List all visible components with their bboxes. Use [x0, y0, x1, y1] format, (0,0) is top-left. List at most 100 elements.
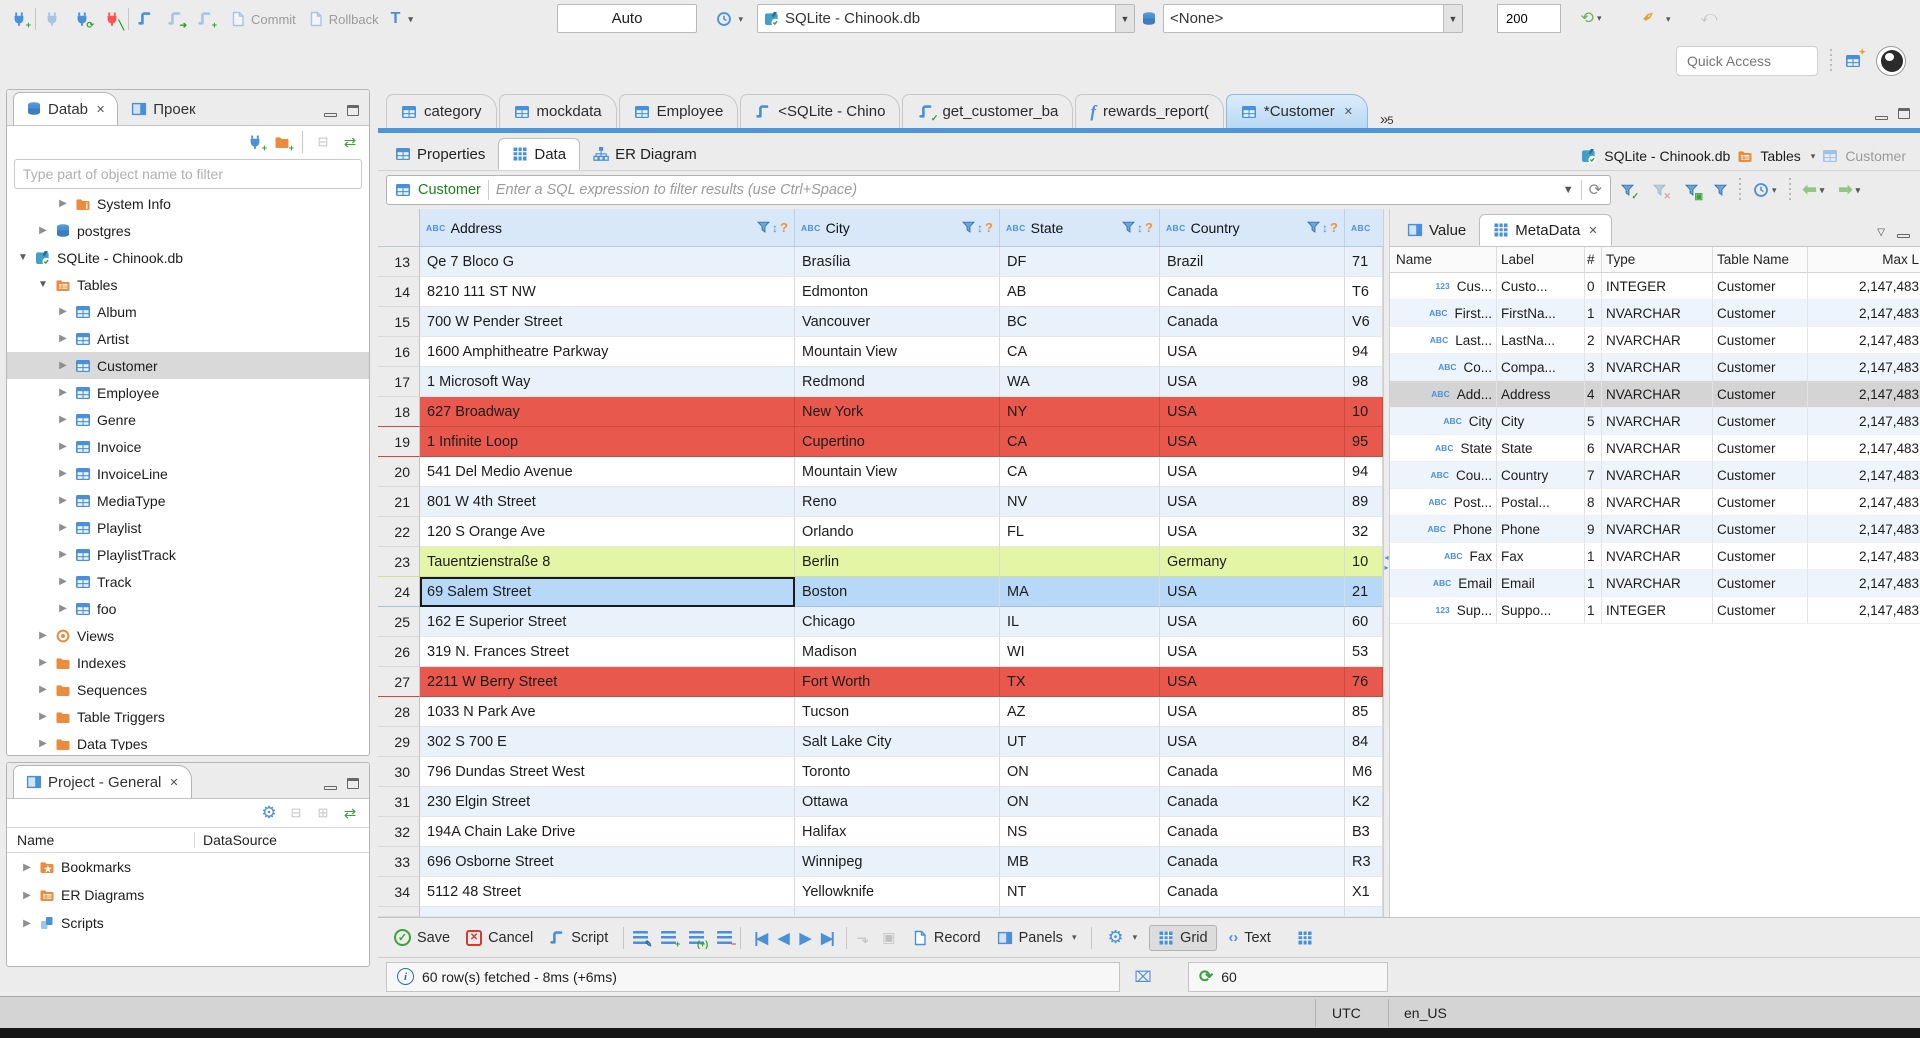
meta-cell-type[interactable]: NVARCHAR	[1602, 570, 1713, 597]
cell-state[interactable]: BC	[1000, 307, 1160, 337]
editor-tab-rewards-report[interactable]: f rewards_report(	[1075, 94, 1224, 128]
meta-cell-name[interactable]: ABC Add...	[1390, 381, 1497, 408]
cell-state[interactable]: CA	[1000, 337, 1160, 367]
cell-country[interactable]: Canada	[1160, 877, 1345, 907]
table-row[interactable]: 18 627 Broadway New York NY USA 10	[378, 397, 1383, 427]
refresh-connection-icon[interactable]: ⟲ ▾	[1581, 9, 1602, 27]
expand-arrow-icon[interactable]: ▶	[57, 387, 69, 398]
filter-save-icon[interactable]: ▣	[1682, 181, 1703, 201]
cell-postal-partial[interactable]: 10	[1345, 397, 1383, 427]
new-connection-icon[interactable]: +	[10, 10, 31, 30]
meta-cell-table[interactable]: Customer	[1713, 570, 1808, 597]
cell-state[interactable]: NV	[1000, 487, 1160, 517]
meta-cell-max[interactable]: 2,147,483	[1808, 408, 1920, 435]
editor-tab-category[interactable]: category	[386, 94, 497, 128]
cancel-button[interactable]: ✕ Cancel	[466, 929, 533, 946]
new-folder-icon[interactable]: +	[273, 133, 294, 153]
metadata-row[interactable]: ABC Last... LastNa... 2 NVARCHAR Customer 2,14…	[1390, 327, 1920, 354]
cell-city[interactable]: New York	[795, 397, 1000, 427]
cell-state[interactable]: ON	[1000, 787, 1160, 817]
collapse-all-icon[interactable]: ⊟	[314, 133, 332, 151]
meta-cell-label[interactable]: City	[1497, 408, 1585, 435]
tab-database-navigator[interactable]: Datab ✕	[13, 92, 119, 125]
cell-state[interactable]: CA	[1000, 427, 1160, 457]
meta-cell-type[interactable]: NVARCHAR	[1602, 516, 1713, 543]
tree-item-playlist[interactable]: ▶ Playlist	[7, 514, 369, 541]
meta-cell-label[interactable]: Suppo...	[1497, 597, 1585, 624]
column-header-city[interactable]: ABC City ↕?	[795, 209, 1000, 246]
connect-icon[interactable]	[43, 10, 61, 28]
cell-address[interactable]: 1600 Amphitheatre Parkway	[420, 337, 795, 367]
meta-cell-label[interactable]: FirstNa...	[1497, 300, 1585, 327]
table-row[interactable]: 21 801 W 4th Street Reno NV USA 89	[378, 487, 1383, 517]
meta-cell-type[interactable]: NVARCHAR	[1602, 435, 1713, 462]
compare-pen-icon[interactable]: ✒	[1636, 4, 1661, 29]
meta-cell-ordinal[interactable]: 8	[1585, 489, 1602, 516]
meta-cell-type[interactable]: NVARCHAR	[1602, 462, 1713, 489]
new-sql-editor-icon[interactable]: +	[196, 10, 217, 30]
first-row-icon[interactable]: |◀	[754, 929, 768, 947]
cell-country[interactable]: Germany	[1160, 547, 1345, 577]
fetch-size-input[interactable]	[1497, 4, 1561, 33]
cell-address[interactable]: 1033 N Park Ave	[420, 697, 795, 727]
close-icon[interactable]: ✕	[169, 776, 178, 789]
meta-cell-max[interactable]: 2,147,483	[1808, 381, 1920, 408]
expand-arrow-icon[interactable]: ▶	[57, 495, 69, 506]
meta-col-name[interactable]: Name	[1390, 247, 1497, 272]
cell-country[interactable]: Canada	[1160, 277, 1345, 307]
prev-row-icon[interactable]: ◀	[778, 929, 789, 947]
metadata-row[interactable]: ABC State State 6 NVARCHAR Customer 2,147,483	[1390, 435, 1920, 462]
expand-arrow-icon[interactable]: ▶	[37, 738, 49, 749]
cell-country[interactable]: USA	[1160, 517, 1345, 547]
maximize-icon[interactable]	[1898, 108, 1910, 119]
row-number-cell[interactable]: 25	[378, 607, 420, 637]
meta-cell-label[interactable]: Postal...	[1497, 489, 1585, 516]
meta-cell-table[interactable]: Customer	[1713, 462, 1808, 489]
collapse-all-icon[interactable]: ⊟	[287, 804, 305, 822]
expand-arrow-icon[interactable]: ▶	[57, 306, 69, 317]
cell-state[interactable]: MB	[1000, 847, 1160, 877]
table-row[interactable]: 24 69 Salem Street Boston MA USA 21	[378, 577, 1383, 607]
tab-overflow-button[interactable]: »5	[1380, 111, 1393, 128]
view-menu-icon[interactable]: ▽	[1877, 227, 1885, 238]
meta-cell-type[interactable]: NVARCHAR	[1602, 543, 1713, 570]
cell-country[interactable]: USA	[1160, 457, 1345, 487]
new-connection-icon[interactable]: +	[246, 133, 267, 153]
goto-row-icon[interactable]: ⬎	[854, 929, 872, 947]
calc-panel-icon[interactable]	[1297, 930, 1313, 946]
expand-arrow-icon[interactable]: ▶	[57, 603, 69, 614]
refresh-icon[interactable]: ⟳	[1589, 180, 1602, 200]
tree-item-album[interactable]: ▶ Album	[7, 298, 369, 325]
tab-projects[interactable]: Проек	[118, 92, 208, 125]
cell-city[interactable]: Madison	[795, 637, 1000, 667]
tab-properties[interactable]: Properties	[382, 138, 498, 170]
cell-postal-partial[interactable]: 94	[1345, 457, 1383, 487]
cell-city[interactable]: Brasília	[795, 247, 1000, 277]
meta-cell-table[interactable]: Customer	[1713, 354, 1808, 381]
cell-state[interactable]	[1000, 547, 1160, 577]
table-row[interactable]: 17 1 Microsoft Way Redmond WA USA 98	[378, 367, 1383, 397]
project-col-datasource[interactable]: DataSource	[195, 832, 277, 848]
sort-icon[interactable]: ↕	[1137, 221, 1143, 235]
cell-address[interactable]: 230 Elgin Street	[420, 787, 795, 817]
meta-cell-table[interactable]: Customer	[1713, 273, 1808, 300]
grid-corner-cell[interactable]	[378, 209, 420, 246]
meta-cell-name[interactable]: 123 Sup...	[1390, 597, 1497, 624]
cell-address[interactable]: 319 N. Frances Street	[420, 637, 795, 667]
history-icon[interactable]: ▾	[715, 10, 743, 28]
meta-cell-label[interactable]: Phone	[1497, 516, 1585, 543]
object-filter-input[interactable]	[14, 159, 362, 189]
table-row[interactable]: 13 Qe 7 Bloco G Brasília DF Brazil 71	[378, 247, 1383, 277]
sql-filter-box[interactable]: Customer Enter a SQL expression to filte…	[386, 175, 1611, 205]
row-number-cell[interactable]: 34	[378, 877, 420, 907]
cell-city[interactable]: Reno	[795, 487, 1000, 517]
metadata-row[interactable]: ABC Phone Phone 9 NVARCHAR Customer 2,147,483	[1390, 516, 1920, 543]
minimize-icon[interactable]	[1897, 234, 1910, 238]
cell-country[interactable]: Brazil	[1160, 247, 1345, 277]
expand-arrow-icon[interactable]: ▶	[21, 890, 33, 901]
meta-cell-max[interactable]: 2,147,483	[1808, 543, 1920, 570]
cell-country[interactable]: Canada	[1160, 847, 1345, 877]
script-button[interactable]: Script	[549, 930, 608, 946]
cell-country[interactable]: USA	[1160, 727, 1345, 757]
last-row-icon[interactable]: ▶|	[821, 929, 835, 947]
